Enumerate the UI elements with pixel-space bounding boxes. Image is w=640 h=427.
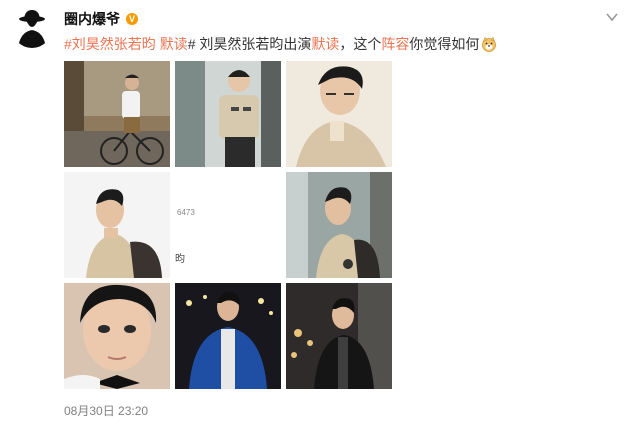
ghost-text-char: 昀	[175, 254, 185, 265]
ghost-text-number: 6473	[177, 208, 195, 217]
post-text-segment-hl[interactable]: 默读	[311, 36, 339, 52]
doge-emoji-icon	[482, 36, 497, 52]
photo-blank-loading[interactable]: 6473 昀	[175, 172, 281, 278]
post-text-segment-normal: 你觉得如何	[409, 36, 480, 52]
post-text-segment-hl[interactable]: 阵容	[381, 36, 409, 52]
post-text-segment-normal: ，这个	[339, 36, 382, 52]
photo-beige-shirt-closeup[interactable]	[286, 61, 392, 167]
photo-backpack-window[interactable]	[286, 172, 392, 278]
photo-blue-jacket-night[interactable]	[175, 283, 281, 389]
verified-badge-icon: V	[126, 13, 138, 25]
post-text-segment-hl[interactable]: 默读	[160, 36, 188, 52]
author-row: 圈内爆爷 V	[64, 9, 138, 29]
photo-bowtie-portrait[interactable]	[64, 283, 170, 389]
photo-beige-shirt-window[interactable]	[175, 61, 281, 167]
photo-backpack-side-profile[interactable]	[64, 172, 170, 278]
photo-grid: 6473 昀	[64, 61, 392, 389]
author-name[interactable]: 圈内爆爷	[64, 9, 120, 29]
photo-bicycle-street[interactable]	[64, 61, 170, 167]
post-text-segment-topic[interactable]: #刘昊然张若昀	[64, 36, 160, 52]
photo-black-jacket-night[interactable]	[286, 283, 392, 389]
post-text: #刘昊然张若昀 默读# 刘昊然张若昀出演默读，这个阵容你觉得如何	[64, 34, 630, 54]
avatar[interactable]	[12, 8, 52, 48]
post-text-segment-normal: # 刘昊然张若昀出演	[187, 36, 312, 52]
chevron-down-icon[interactable]	[606, 12, 618, 22]
post-timestamp[interactable]: 08月30日 23:20	[64, 402, 148, 419]
